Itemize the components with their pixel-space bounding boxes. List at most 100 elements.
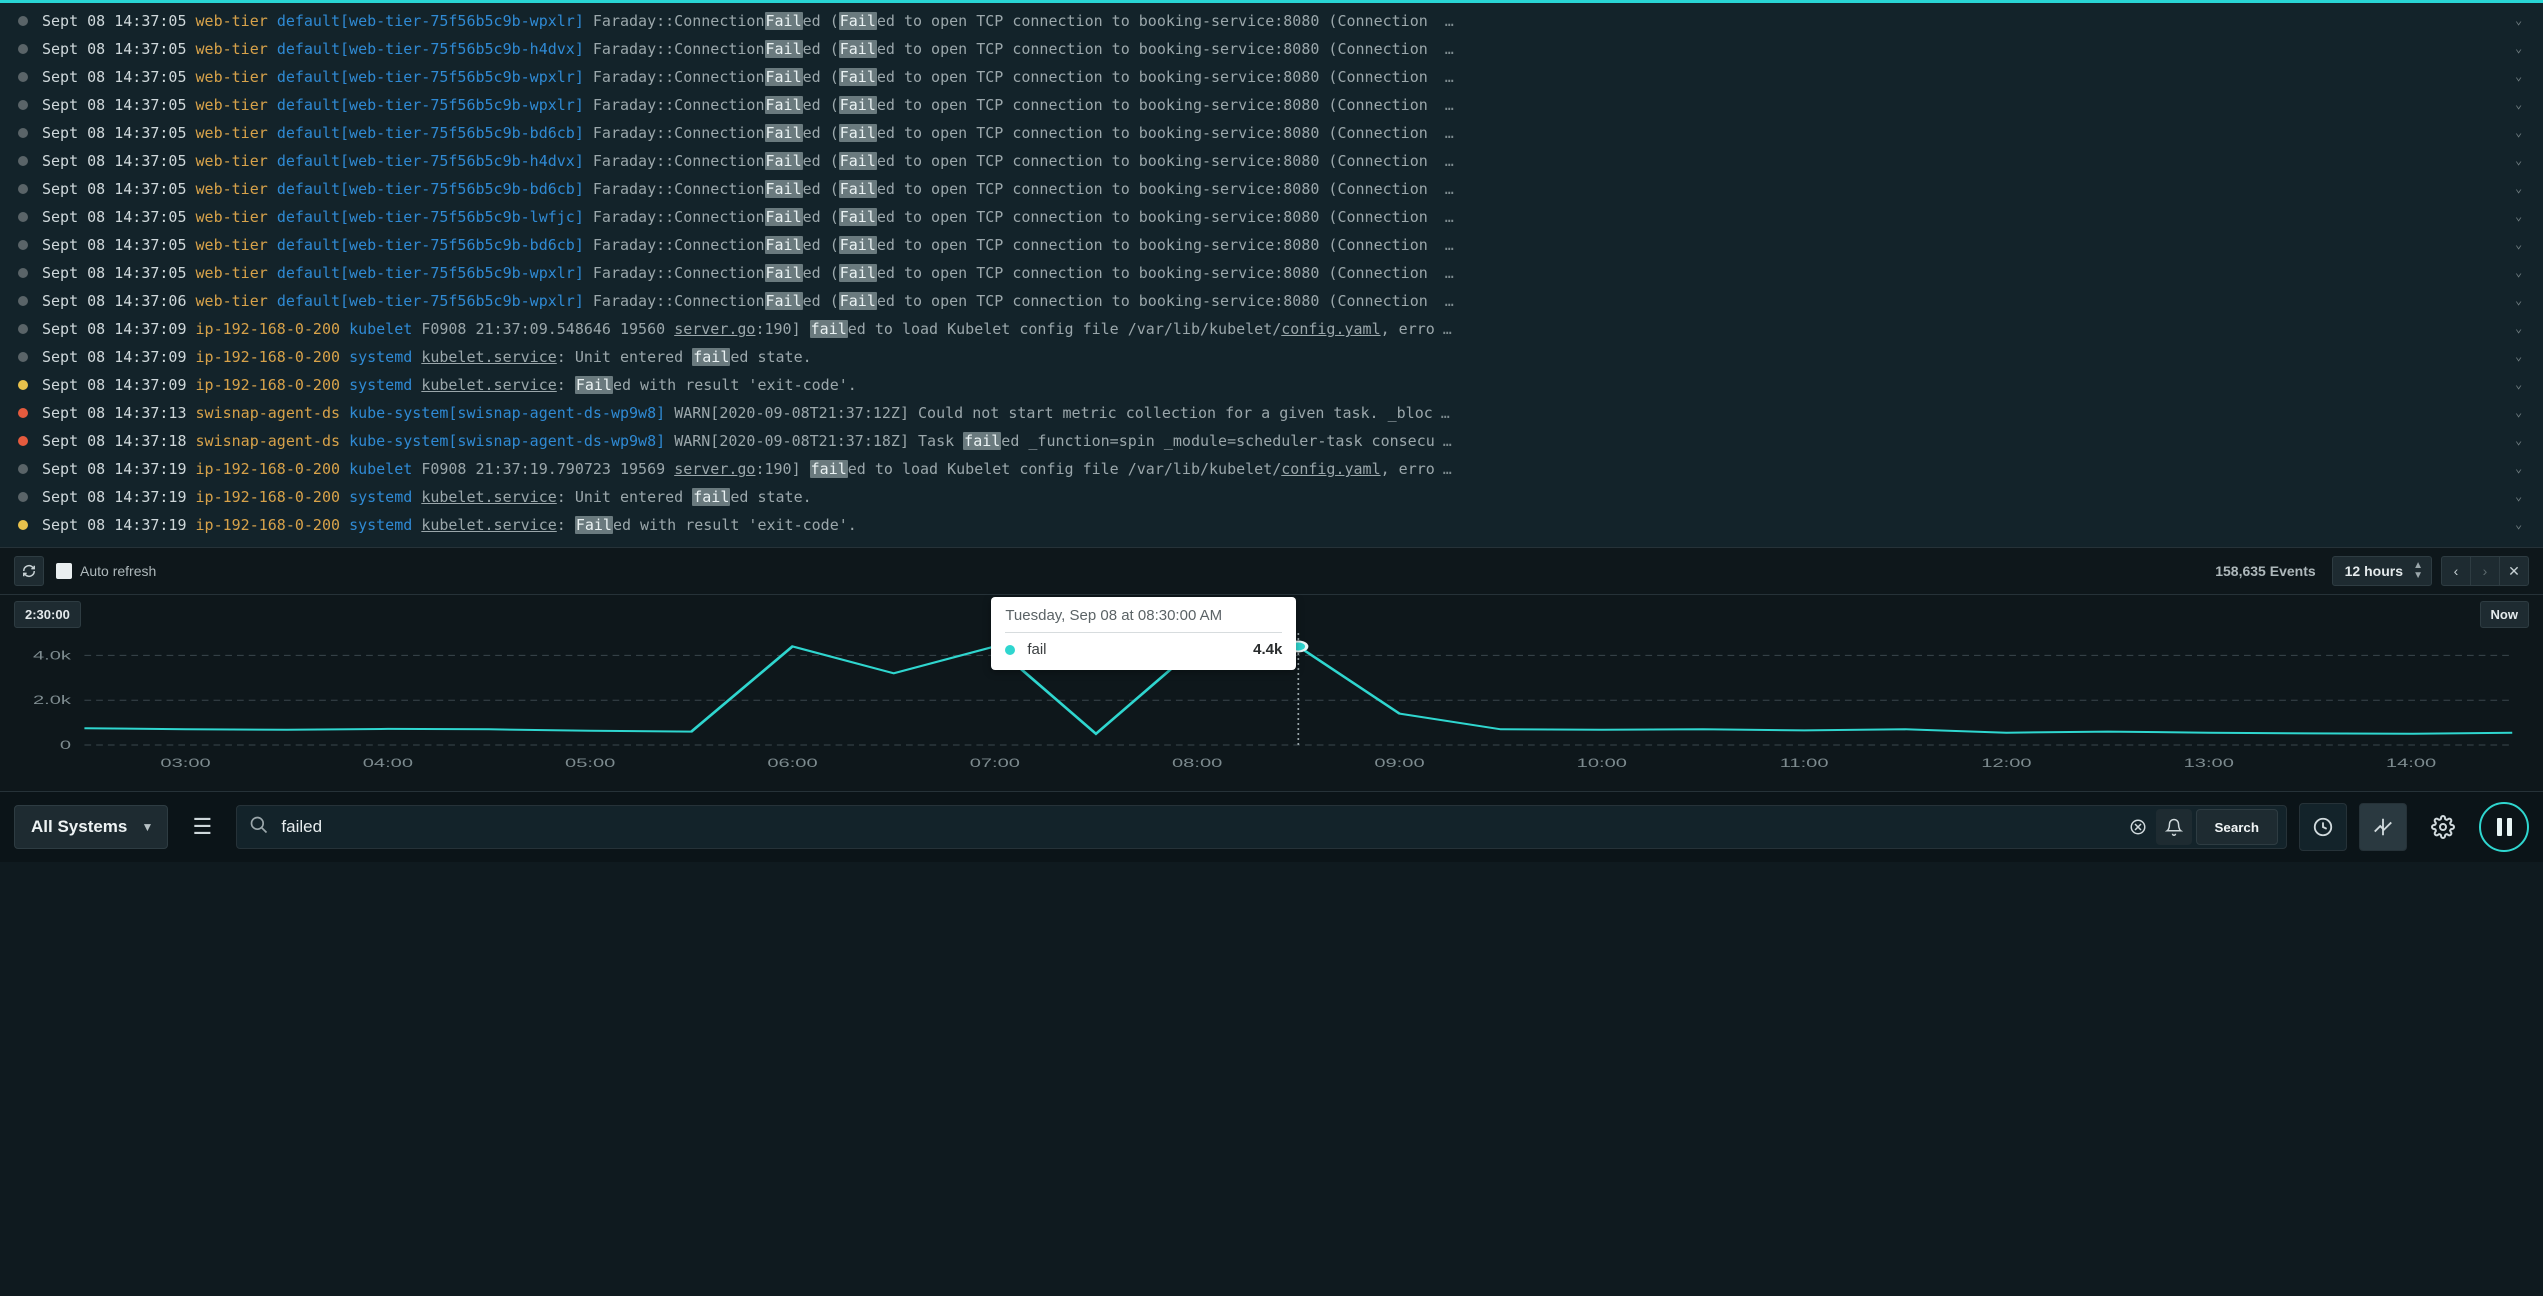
chart-panel[interactable]: 2:30:00 Now Tuesday, Sep 08 at 08:30:00 … [0, 595, 2543, 791]
log-line[interactable]: Sept 08 14:37:13 swisnap-agent-ds kube-s… [0, 399, 2543, 427]
severity-dot [18, 436, 28, 446]
time-close-button[interactable]: ✕ [2499, 556, 2529, 586]
chevron-down-icon[interactable]: ⌄ [2515, 403, 2529, 422]
svg-text:07:00: 07:00 [970, 756, 1020, 770]
chevron-down-icon[interactable]: ⌄ [2515, 347, 2529, 366]
log-line[interactable]: Sept 08 14:37:19 ip-192-168-0-200 system… [0, 511, 2543, 539]
refresh-button[interactable] [14, 556, 44, 586]
severity-dot [18, 128, 28, 138]
chevron-down-icon[interactable]: ⌄ [2515, 39, 2529, 58]
severity-dot [18, 184, 28, 194]
chevron-down-icon[interactable]: ⌄ [2515, 375, 2529, 394]
chart-controls-bar: Auto refresh 158,635 Events 12 hours ▲▼ … [0, 547, 2543, 595]
chevron-down-icon[interactable]: ⌄ [2515, 179, 2529, 198]
pause-button[interactable] [2479, 802, 2529, 852]
chevron-down-icon[interactable]: ⌄ [2515, 123, 2529, 142]
time-range-value: 12 hours [2345, 563, 2403, 579]
log-line[interactable]: Sept 08 14:37:09 ip-192-168-0-200 system… [0, 371, 2543, 399]
chevron-down-icon[interactable]: ⌄ [2515, 431, 2529, 450]
svg-text:04:00: 04:00 [363, 756, 413, 770]
chevron-down-icon[interactable]: ⌄ [2515, 67, 2529, 86]
search-input[interactable] [281, 817, 2119, 837]
log-line[interactable]: Sept 08 14:37:05 web-tier default[web-ti… [0, 35, 2543, 63]
time-next-button[interactable]: › [2470, 556, 2500, 586]
severity-dot [18, 16, 28, 26]
severity-dot [18, 520, 28, 530]
svg-text:05:00: 05:00 [565, 756, 615, 770]
svg-text:03:00: 03:00 [160, 756, 210, 770]
chevron-down-icon[interactable]: ⌄ [2515, 291, 2529, 310]
log-line[interactable]: Sept 08 14:37:19 ip-192-168-0-200 kubele… [0, 455, 2543, 483]
events-line-chart[interactable]: 4.0k2.0k003:0004:0005:0006:0007:0008:000… [14, 605, 2529, 775]
search-icon [249, 815, 269, 840]
svg-text:14:00: 14:00 [2386, 756, 2436, 770]
severity-dot [18, 408, 28, 418]
log-line[interactable]: Sept 08 14:37:06 web-tier default[web-ti… [0, 287, 2543, 315]
svg-text:12:00: 12:00 [1981, 756, 2031, 770]
severity-dot [18, 492, 28, 502]
log-line[interactable]: Sept 08 14:37:09 ip-192-168-0-200 system… [0, 343, 2543, 371]
chevron-down-icon[interactable]: ⌄ [2515, 151, 2529, 170]
log-line[interactable]: Sept 08 14:37:05 web-tier default[web-ti… [0, 119, 2543, 147]
pause-icon [2497, 818, 2512, 836]
auto-refresh-checkbox[interactable] [56, 563, 72, 579]
auto-refresh-label: Auto refresh [80, 563, 156, 579]
log-line[interactable]: Sept 08 14:37:09 ip-192-168-0-200 kubele… [0, 315, 2543, 343]
chevron-down-icon[interactable]: ⌄ [2515, 207, 2529, 226]
chevron-down-icon[interactable]: ⌄ [2515, 515, 2529, 534]
search-field-wrap: Search [236, 805, 2287, 849]
systems-dropdown[interactable]: All Systems ▼ [14, 805, 168, 849]
svg-text:0: 0 [60, 738, 71, 752]
severity-dot [18, 156, 28, 166]
log-line[interactable]: Sept 08 14:37:18 swisnap-agent-ds kube-s… [0, 427, 2543, 455]
log-line[interactable]: Sept 08 14:37:19 ip-192-168-0-200 system… [0, 483, 2543, 511]
log-line[interactable]: Sept 08 14:37:05 web-tier default[web-ti… [0, 63, 2543, 91]
time-start-pill[interactable]: 2:30:00 [14, 601, 81, 628]
log-line[interactable]: Sept 08 14:37:05 web-tier default[web-ti… [0, 259, 2543, 287]
menu-button[interactable]: ☰ [180, 805, 224, 849]
time-now-pill[interactable]: Now [2480, 601, 2529, 628]
severity-dot [18, 44, 28, 54]
chevron-down-icon[interactable]: ⌄ [2515, 11, 2529, 30]
time-range-select[interactable]: 12 hours ▲▼ [2332, 556, 2432, 586]
chart-mode-button[interactable] [2359, 803, 2407, 851]
caret-down-icon: ▼ [142, 820, 154, 834]
severity-dot [18, 464, 28, 474]
chevron-down-icon[interactable]: ⌄ [2515, 459, 2529, 478]
svg-text:11:00: 11:00 [1780, 756, 1829, 770]
bottom-bar: All Systems ▼ ☰ Search [0, 791, 2543, 862]
clear-search-button[interactable] [2120, 809, 2156, 845]
log-line[interactable]: Sept 08 14:37:05 web-tier default[web-ti… [0, 175, 2543, 203]
systems-dropdown-value: All Systems [31, 817, 127, 837]
severity-dot [18, 212, 28, 222]
chevron-down-icon[interactable]: ⌄ [2515, 235, 2529, 254]
severity-dot [18, 72, 28, 82]
time-nav-group: ‹ › ✕ [2442, 556, 2529, 586]
time-prev-button[interactable]: ‹ [2441, 556, 2471, 586]
caret-icon: ▲▼ [2413, 561, 2423, 581]
severity-dot [18, 240, 28, 250]
alerts-button[interactable] [2156, 809, 2192, 845]
severity-dot [18, 296, 28, 306]
chevron-down-icon[interactable]: ⌄ [2515, 263, 2529, 282]
severity-dot [18, 268, 28, 278]
svg-text:13:00: 13:00 [2184, 756, 2234, 770]
severity-dot [18, 324, 28, 334]
chevron-down-icon[interactable]: ⌄ [2515, 95, 2529, 114]
log-line[interactable]: Sept 08 14:37:05 web-tier default[web-ti… [0, 147, 2543, 175]
log-line[interactable]: Sept 08 14:37:05 web-tier default[web-ti… [0, 203, 2543, 231]
svg-text:2.0k: 2.0k [33, 693, 72, 707]
log-panel: Sept 08 14:37:05 web-tier default[web-ti… [0, 3, 2543, 547]
settings-button[interactable] [2419, 803, 2467, 851]
svg-text:06:00: 06:00 [767, 756, 817, 770]
log-line[interactable]: Sept 08 14:37:05 web-tier default[web-ti… [0, 91, 2543, 119]
timeline-mode-button[interactable] [2299, 803, 2347, 851]
chevron-down-icon[interactable]: ⌄ [2515, 487, 2529, 506]
log-line[interactable]: Sept 08 14:37:05 web-tier default[web-ti… [0, 7, 2543, 35]
search-button[interactable]: Search [2196, 809, 2278, 845]
chevron-down-icon[interactable]: ⌄ [2515, 319, 2529, 338]
log-line[interactable]: Sept 08 14:37:05 web-tier default[web-ti… [0, 231, 2543, 259]
svg-text:08:00: 08:00 [1172, 756, 1222, 770]
svg-text:09:00: 09:00 [1374, 756, 1424, 770]
severity-dot [18, 100, 28, 110]
